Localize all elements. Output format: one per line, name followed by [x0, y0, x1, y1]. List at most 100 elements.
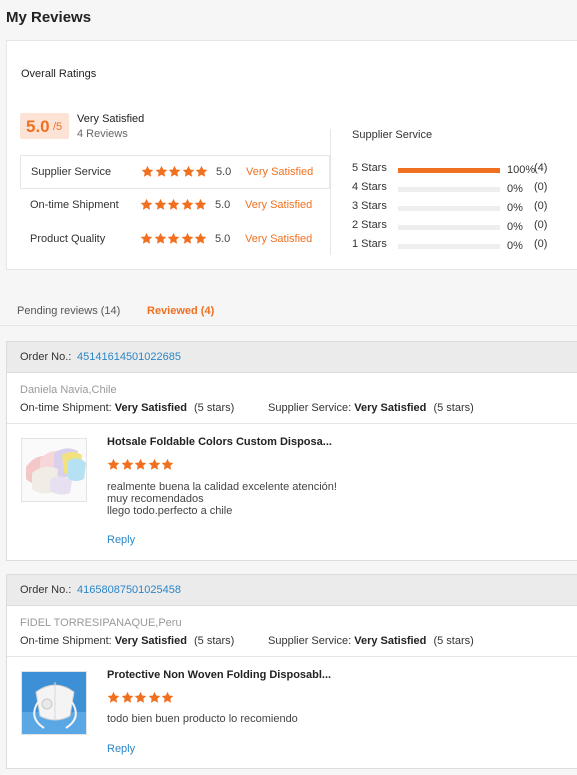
- review-line: realmente buena la calidad excelente ate…: [107, 481, 337, 493]
- distribution-count: (0): [534, 181, 548, 193]
- order-ratings: On-time Shipment: Very Satisfied (5 star…: [20, 635, 474, 647]
- metric-score: 5.0: [216, 166, 232, 178]
- order-number-link[interactable]: 45141614501022685: [77, 351, 181, 363]
- service-stars: (5 stars): [433, 402, 474, 414]
- product-star-rating: [107, 690, 175, 704]
- shipment-value: Very Satisfied: [114, 402, 187, 414]
- service-value: Very Satisfied: [354, 402, 427, 414]
- star-icon: [107, 691, 120, 704]
- order-card: Order No.: 45141614501022685 Daniela Nav…: [6, 341, 577, 561]
- star-icon: [195, 165, 208, 178]
- distribution-count: (0): [534, 200, 548, 212]
- distribution-count: (0): [534, 219, 548, 231]
- product-star-rating: [107, 457, 175, 471]
- distribution-label: 4 Stars: [352, 181, 387, 193]
- distribution-row: 5 Stars 100% (4): [352, 162, 577, 181]
- metric-score: 5.0: [215, 233, 231, 245]
- distribution-bar-fill: [398, 168, 500, 173]
- star-icon: [167, 198, 180, 211]
- star-icon: [167, 232, 180, 245]
- product-image[interactable]: [21, 438, 87, 502]
- star-icon: [161, 458, 174, 471]
- product-image[interactable]: [21, 671, 87, 735]
- order-no-label: Order No.:: [20, 351, 72, 363]
- review-line: llego todo.perfecto a chile: [107, 505, 233, 517]
- distribution-row: 3 Stars 0% (0): [352, 200, 577, 219]
- metric-row: Product Quality 5.0 Very Satisfied: [20, 223, 330, 257]
- distribution-bar: [398, 244, 500, 249]
- star-icon: [161, 691, 174, 704]
- star-icon: [181, 232, 194, 245]
- panel-divider: [330, 129, 331, 255]
- order-number-link[interactable]: 41658087501025458: [77, 584, 181, 596]
- tab-reviewed[interactable]: Reviewed (4): [147, 305, 214, 317]
- distribution-title: Supplier Service: [352, 129, 433, 141]
- distribution-label: 5 Stars: [352, 162, 387, 174]
- distribution-row: 4 Stars 0% (0): [352, 181, 577, 200]
- review-text: realmente buena la calidad excelente ate…: [107, 481, 337, 517]
- page-title: My Reviews: [6, 9, 92, 26]
- distribution-percent: 0%: [507, 240, 523, 252]
- review-text: todo bien buen producto lo recomiendo: [107, 713, 298, 725]
- metric-row: Supplier Service 5.0 Very Satisfied: [20, 155, 330, 189]
- shipment-label: On-time Shipment:: [20, 635, 112, 647]
- shipment-stars: (5 stars): [193, 402, 235, 414]
- distribution-bar: [398, 225, 500, 230]
- overall-ratings-panel: Overall Ratings 5.0 /5 Very Satisfied 4 …: [6, 40, 577, 270]
- distribution-bar: [398, 168, 500, 173]
- star-icon: [148, 691, 161, 704]
- review-count: 4 Reviews: [77, 128, 128, 140]
- star-icon: [168, 165, 181, 178]
- distribution-label: 1 Stars: [352, 238, 387, 250]
- review-tabs: Pending reviews (14) Reviewed (4): [0, 298, 577, 326]
- overall-score-max: /5: [53, 121, 63, 133]
- distribution-row: 2 Stars 0% (0): [352, 219, 577, 238]
- service-value: Very Satisfied: [354, 635, 427, 647]
- metric-label: Very Satisfied: [245, 233, 313, 245]
- metric-score: 5.0: [215, 199, 231, 211]
- star-icon: [140, 198, 153, 211]
- score-badge: 5.0 /5: [20, 113, 69, 139]
- reply-link[interactable]: Reply: [107, 534, 135, 546]
- metric-label: Very Satisfied: [245, 199, 313, 211]
- service-label: Supplier Service:: [268, 635, 352, 647]
- shipment-label: On-time Shipment:: [20, 402, 112, 414]
- reply-link[interactable]: Reply: [107, 743, 135, 755]
- star-rating: [140, 231, 208, 245]
- product-title-link[interactable]: Protective Non Woven Folding Disposabl..…: [107, 669, 331, 681]
- star-icon: [181, 198, 194, 211]
- divider: [7, 423, 577, 424]
- distribution-label: 2 Stars: [352, 219, 387, 231]
- distribution-bar: [398, 187, 500, 192]
- tab-pending-reviews[interactable]: Pending reviews (14): [17, 305, 120, 317]
- service-stars: (5 stars): [433, 635, 474, 647]
- distribution-count: (0): [534, 238, 548, 250]
- star-icon: [134, 458, 147, 471]
- product-title-link[interactable]: Hotsale Foldable Colors Custom Disposa..…: [107, 436, 332, 448]
- metric-name: Product Quality: [30, 233, 106, 245]
- star-icon: [182, 165, 195, 178]
- order-header: Order No.: 41658087501025458: [7, 575, 577, 606]
- overall-score: 5.0: [26, 117, 50, 136]
- review-line: muy recomendados: [107, 493, 204, 505]
- order-header: Order No.: 45141614501022685: [7, 342, 577, 373]
- overall-score-text: Very Satisfied: [77, 113, 145, 125]
- distribution-label: 3 Stars: [352, 200, 387, 212]
- star-icon: [107, 458, 120, 471]
- star-icon: [140, 232, 153, 245]
- star-icon: [194, 232, 207, 245]
- order-no-label: Order No.:: [20, 584, 72, 596]
- distribution-percent: 0%: [507, 221, 523, 233]
- order-ratings: On-time Shipment: Very Satisfied (5 star…: [20, 402, 474, 414]
- shipment-value: Very Satisfied: [114, 635, 187, 647]
- star-distribution: 5 Stars 100% (4) 4 Stars 0% (0) 3 Stars …: [352, 162, 577, 257]
- star-icon: [154, 198, 167, 211]
- metric-name: Supplier Service: [31, 166, 112, 178]
- star-icon: [121, 691, 134, 704]
- star-icon: [194, 198, 207, 211]
- star-icon: [141, 165, 154, 178]
- star-icon: [134, 691, 147, 704]
- overall-ratings-title: Overall Ratings: [21, 68, 97, 80]
- metric-row: On-time Shipment 5.0 Very Satisfied: [20, 189, 330, 223]
- service-label: Supplier Service:: [268, 402, 352, 414]
